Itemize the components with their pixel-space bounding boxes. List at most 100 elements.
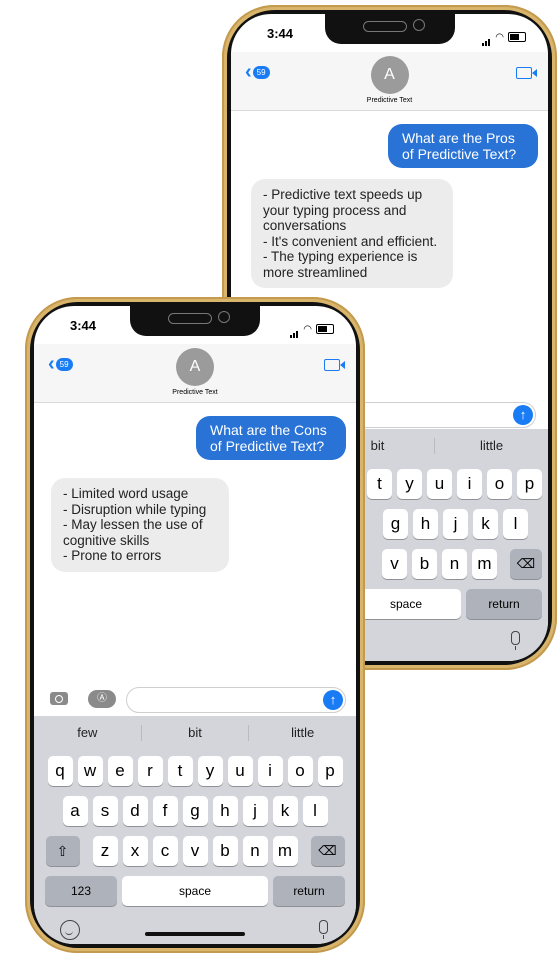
status-time: 3:44 <box>70 318 97 333</box>
video-camera-icon[interactable] <box>324 359 345 371</box>
key-y[interactable]: y <box>397 469 422 499</box>
key-w[interactable]: w <box>77 756 103 786</box>
microphone-icon[interactable] <box>511 631 520 650</box>
key-j[interactable]: j <box>242 796 268 826</box>
key-h[interactable]: h <box>212 796 238 826</box>
home-indicator <box>145 932 245 936</box>
return-key[interactable]: return <box>273 876 345 906</box>
key-j[interactable]: j <box>443 509 468 539</box>
key-a[interactable]: a <box>62 796 88 826</box>
backspace-icon[interactable]: ⌫ <box>510 549 542 579</box>
key-q[interactable]: q <box>47 756 73 786</box>
key-v[interactable]: v <box>182 836 208 866</box>
key-z[interactable]: z <box>92 836 118 866</box>
key-b[interactable]: b <box>212 836 238 866</box>
key-n[interactable]: n <box>242 836 268 866</box>
key-e[interactable]: e <box>107 756 133 786</box>
unread-count-badge: 59 <box>55 357 73 371</box>
key-m[interactable]: m <box>272 836 298 866</box>
sent-message-text: What are the Pros of Predictive Text? <box>402 130 517 162</box>
key-f[interactable]: f <box>152 796 178 826</box>
key-row-2: a s d f g h j k l <box>34 796 356 826</box>
key-t[interactable]: t <box>167 756 193 786</box>
send-arrow-icon[interactable]: ↑ <box>323 690 343 710</box>
key-g[interactable]: g <box>182 796 208 826</box>
space-key[interactable]: space <box>122 876 268 906</box>
unread-count-badge: 59 <box>252 65 270 79</box>
video-camera-icon[interactable] <box>516 67 537 79</box>
key-c[interactable]: c <box>152 836 178 866</box>
sent-message-bubble: What are the Pros of Predictive Text? <box>388 124 538 168</box>
key-s[interactable]: s <box>92 796 118 826</box>
back-chevron-icon: ‹ <box>245 61 252 83</box>
key-d[interactable]: d <box>122 796 148 826</box>
predictive-suggestions: few bit little <box>34 716 356 750</box>
key-u[interactable]: u <box>227 756 253 786</box>
microphone-icon[interactable] <box>319 920 328 939</box>
received-line: - Limited word usage <box>63 486 189 501</box>
key-y[interactable]: y <box>197 756 223 786</box>
key-row-3: ⇧ z x c v b n m ⌫ <box>34 836 356 866</box>
received-line: - May lessen the use of cognitive skills <box>63 517 203 548</box>
front-phone: 3:44 ◠ ‹ 59 A Predictive Text What are t… <box>25 297 365 953</box>
suggestion-few[interactable]: few <box>34 725 142 741</box>
key-o[interactable]: o <box>487 469 512 499</box>
send-arrow-icon[interactable]: ↑ <box>513 405 533 425</box>
signal-icon <box>482 28 491 46</box>
contact-name[interactable]: Predictive Text <box>34 389 356 396</box>
key-n[interactable]: n <box>442 549 467 579</box>
received-line: - Predictive text speeds up your typing … <box>263 187 423 233</box>
back-chevron-icon: ‹ <box>48 353 55 375</box>
received-message-bubble: - Predictive text speeds up your typing … <box>251 179 453 288</box>
key-x[interactable]: x <box>122 836 148 866</box>
key-k[interactable]: k <box>272 796 298 826</box>
key-l[interactable]: l <box>302 796 328 826</box>
suggestion-little[interactable]: little <box>249 725 356 741</box>
back-button[interactable]: ‹ 59 <box>245 61 270 83</box>
camera-icon[interactable] <box>50 692 68 705</box>
key-b[interactable]: b <box>412 549 437 579</box>
key-t[interactable]: t <box>367 469 392 499</box>
emoji-icon[interactable] <box>60 920 80 940</box>
suggestion-bit[interactable]: bit <box>142 725 250 741</box>
sent-message-bubble: What are the Cons of Predictive Text? <box>196 416 346 460</box>
key-g[interactable]: g <box>383 509 408 539</box>
status-icons: ◠ <box>290 320 334 338</box>
avatar[interactable]: A <box>370 56 409 94</box>
backspace-icon[interactable]: ⌫ <box>310 836 345 866</box>
return-key[interactable]: return <box>466 589 542 619</box>
key-p[interactable]: p <box>517 469 542 499</box>
key-i[interactable]: i <box>457 469 482 499</box>
received-line: - Disruption while typing <box>63 501 207 517</box>
avatar[interactable]: A <box>176 348 214 386</box>
key-h[interactable]: h <box>413 509 438 539</box>
message-input[interactable]: ↑ <box>126 687 346 713</box>
received-line: - The typing experience is more streamli… <box>263 249 418 280</box>
space-key[interactable]: space <box>351 589 461 619</box>
received-line: - Prone to errors <box>63 548 162 563</box>
key-m[interactable]: m <box>472 549 497 579</box>
key-v[interactable]: v <box>382 549 407 579</box>
key-u[interactable]: u <box>427 469 452 499</box>
key-o[interactable]: o <box>287 756 313 786</box>
key-l[interactable]: l <box>503 509 528 539</box>
received-message-bubble: - Limited word usage - Disruption while … <box>51 478 229 572</box>
conversation-header: ‹ 59 A Predictive Text <box>34 344 356 403</box>
suggestion-little[interactable]: little <box>435 438 548 454</box>
keyboard: few bit little q w e r t y u i o p a s d… <box>34 716 356 944</box>
wifi-icon: ◠ <box>303 323 312 335</box>
numbers-key[interactable]: 123 <box>45 876 117 906</box>
key-r[interactable]: r <box>137 756 163 786</box>
contact-name[interactable]: Predictive Text <box>231 97 548 104</box>
key-k[interactable]: k <box>473 509 498 539</box>
notch <box>130 306 260 336</box>
key-row-1: q w e r t y u i o p <box>34 756 356 786</box>
status-icons: ◠ <box>482 28 526 46</box>
key-row-4: 123 space return <box>34 876 356 906</box>
back-button[interactable]: ‹ 59 <box>48 353 73 375</box>
received-line: - It's convenient and efficient. <box>263 233 438 249</box>
key-i[interactable]: i <box>257 756 283 786</box>
key-p[interactable]: p <box>317 756 343 786</box>
shift-icon[interactable]: ⇧ <box>45 836 80 866</box>
app-store-icon[interactable]: Ⓐ <box>88 690 116 708</box>
